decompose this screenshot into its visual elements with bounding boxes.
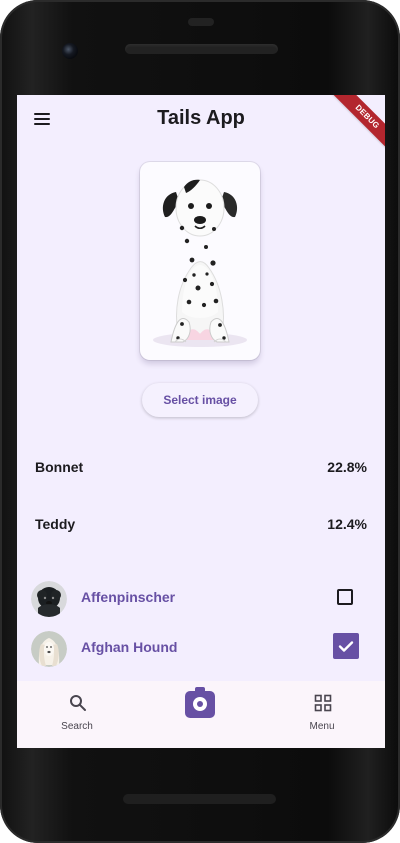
nav-label-menu: Menu (309, 721, 335, 732)
top-speaker (125, 44, 278, 54)
app-bar: Tails App DEBUG (17, 95, 385, 153)
dog-image-card (140, 162, 260, 360)
affenpinscher-avatar (31, 581, 67, 617)
breed-checkbox-checked[interactable] (333, 633, 359, 659)
prediction-value: 22.8% (327, 459, 367, 475)
nav-label-search: Search (61, 721, 93, 732)
dalmatian-puppy-image (153, 179, 247, 347)
breed-name: Afghan Hound (81, 639, 178, 655)
search-icon (70, 695, 86, 711)
sensor-icon (188, 18, 214, 26)
prediction-row-bonnet: Bonnet 22.8% (35, 459, 367, 485)
nav-item-menu[interactable]: Menu (279, 681, 365, 748)
page-title: Tails App (157, 107, 245, 129)
grid-menu-icon (314, 694, 332, 712)
nav-item-search[interactable]: Search (34, 681, 120, 748)
menu-icon[interactable] (29, 106, 55, 132)
breed-row-afghan-hound[interactable]: Afghan Hound (17, 629, 385, 673)
phone-device: Tails App DEBUG Select image Bonnet 22.8… (0, 0, 400, 843)
prediction-label: Bonnet (35, 459, 84, 475)
prediction-row-teddy: Teddy 12.4% (35, 516, 367, 542)
afghan-hound-avatar (31, 631, 67, 667)
camera-icon[interactable] (185, 687, 215, 718)
bottom-speaker (123, 794, 276, 804)
prediction-label: Teddy (35, 516, 76, 532)
debug-badge: DEBUG (331, 95, 385, 153)
front-camera-icon (62, 43, 78, 59)
breed-checkbox-unchecked[interactable] (337, 589, 353, 605)
bottom-navigation: Search Menu (17, 681, 385, 748)
breed-row-affenpinscher[interactable]: Affenpinscher (17, 579, 385, 623)
check-icon (338, 641, 354, 652)
app-screen: Tails App DEBUG Select image Bonnet 22.8… (17, 95, 385, 748)
breed-name: Affenpinscher (81, 589, 176, 605)
select-image-button[interactable]: Select image (142, 383, 258, 417)
prediction-value: 12.4% (327, 516, 367, 532)
